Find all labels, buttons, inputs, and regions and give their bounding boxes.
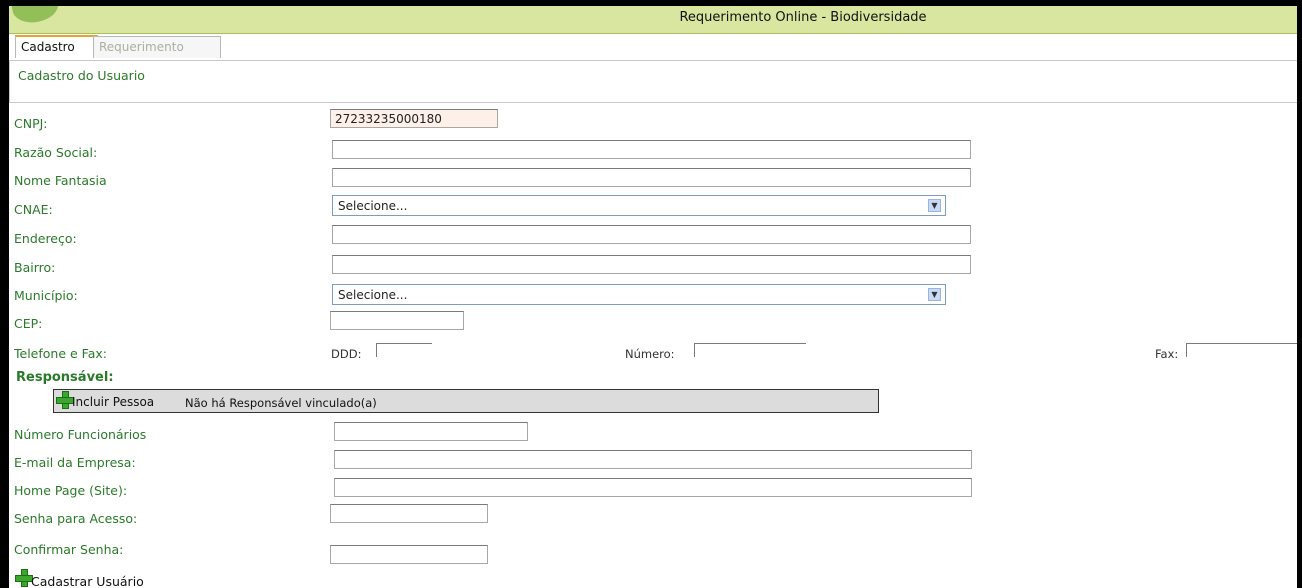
confirmar-senha-input[interactable]: [330, 545, 488, 564]
cnae-selected: Selecione...: [338, 199, 408, 213]
divider: [9, 102, 1297, 103]
cnae-select[interactable]: Selecione... ▼: [332, 195, 946, 216]
razao-social-label: Razão Social:: [14, 145, 98, 160]
municipio-label: Município:: [14, 288, 78, 303]
numero-funcionarios-label: Número Funcionários: [14, 427, 147, 442]
responsavel-status: Não há Responsável vinculado(a): [185, 396, 377, 410]
title-bar: Requerimento Online - Biodiversidade: [9, 6, 1297, 34]
cadastrar-usuario-label[interactable]: Cadastrar Usuário: [31, 574, 144, 588]
home-page-label: Home Page (Site):: [14, 483, 128, 498]
fax-input[interactable]: [1186, 343, 1297, 357]
numero-funcionarios-input[interactable]: [334, 422, 528, 441]
incluir-pessoa-button[interactable]: Incluir Pessoa: [72, 395, 154, 409]
municipio-select[interactable]: Selecione... ▼: [332, 284, 946, 305]
nome-fantasia-label: Nome Fantasia: [14, 173, 107, 188]
ddd-label: DDD:: [331, 347, 362, 361]
razao-social-input[interactable]: [332, 140, 971, 159]
cnpj-label: CNPJ:: [14, 116, 48, 131]
divider: [9, 60, 1297, 61]
cep-input[interactable]: [330, 311, 464, 330]
cep-label: CEP:: [14, 316, 43, 331]
home-page-input[interactable]: [334, 478, 972, 497]
app-frame: Requerimento Online - Biodiversidade Cad…: [9, 6, 1297, 588]
cnpj-input[interactable]: 27233235000180: [330, 109, 498, 128]
tab-requerimento[interactable]: Requerimento: [93, 36, 221, 58]
senha-input[interactable]: [330, 504, 488, 523]
chevron-down-icon[interactable]: ▼: [928, 288, 941, 301]
cnae-label: CNAE:: [14, 202, 53, 217]
fax-label: Fax:: [1155, 347, 1179, 361]
divider: [9, 60, 10, 103]
confirmar-senha-label: Confirmar Senha:: [14, 542, 124, 557]
endereco-input[interactable]: [332, 225, 971, 244]
chevron-down-icon[interactable]: ▼: [928, 199, 941, 212]
tab-cadastro[interactable]: Cadastro: [15, 35, 98, 58]
bairro-input[interactable]: [332, 255, 971, 274]
bairro-label: Bairro:: [14, 260, 56, 275]
numero-label: Número:: [625, 347, 675, 361]
endereco-label: Endereço:: [14, 231, 77, 246]
numero-input[interactable]: [694, 343, 806, 357]
ddd-input[interactable]: [376, 343, 432, 357]
window-title: Requerimento Online - Biodiversidade: [679, 10, 927, 25]
section-title: Cadastro do Usuario: [18, 68, 145, 83]
senha-label: Senha para Acesso:: [14, 511, 138, 526]
responsavel-bar: Incluir Pessoa Não há Responsável vincul…: [53, 389, 879, 413]
nome-fantasia-input[interactable]: [332, 168, 971, 187]
municipio-selected: Selecione...: [338, 288, 408, 302]
email-input[interactable]: [334, 450, 972, 469]
telefone-label: Telefone e Fax:: [14, 346, 107, 361]
email-label: E-mail da Empresa:: [14, 455, 136, 470]
responsavel-title: Responsável:: [16, 370, 114, 385]
